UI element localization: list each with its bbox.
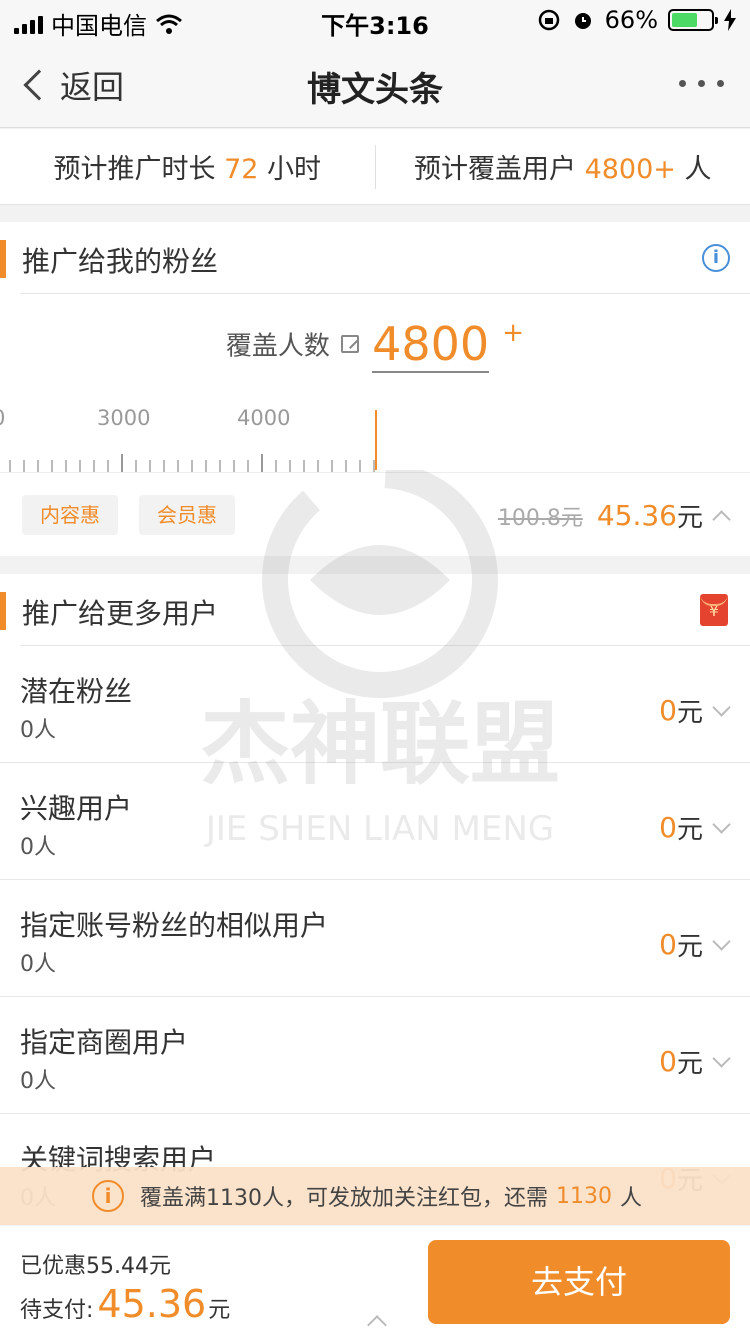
- fans-section-header: 推广给我的粉丝 i: [0, 222, 750, 294]
- red-packet-icon[interactable]: ¥: [700, 594, 728, 626]
- chevron-down-icon[interactable]: [712, 932, 731, 951]
- fans-price: 100.8元 45.36 元: [497, 497, 731, 534]
- battery-level: [672, 13, 698, 27]
- more-users-section: 推广给更多用户 ¥ 潜在粉丝 0人 0 元 兴趣用户 0人 0 元 指定账号粉丝…: [0, 574, 750, 1231]
- battery-percent: 66%: [604, 6, 658, 34]
- more-icon[interactable]: [679, 80, 724, 87]
- coverage-slider[interactable]: 0 3000 4000: [0, 402, 750, 472]
- bottom-bar: 已优惠55.44元 待支付: 45.36 元 去支付: [0, 1226, 750, 1334]
- row-count: 0人: [20, 835, 56, 860]
- row-count: 0人: [20, 718, 56, 743]
- row-amount: 0 元: [659, 809, 731, 846]
- pending-payment: 待支付: 45.36 元: [20, 1282, 231, 1326]
- more-section-header: 推广给更多用户 ¥: [0, 574, 750, 646]
- row-name: 潜在粉丝: [20, 675, 133, 708]
- chevron-down-icon[interactable]: [712, 815, 731, 834]
- row-amount: 0 元: [659, 692, 731, 729]
- pay-button[interactable]: 去支付: [428, 1240, 730, 1324]
- notice-value: 1130: [556, 1183, 612, 1209]
- alarm-icon: [574, 13, 591, 29]
- coverage-label: 覆盖人数: [225, 331, 330, 362]
- edit-icon[interactable]: [341, 335, 360, 353]
- row-amount: 0 元: [659, 926, 731, 963]
- estimate-coverage: 预计覆盖用户 4800+ 人: [413, 154, 712, 185]
- price-unit: 元: [676, 503, 703, 533]
- slider-pointer[interactable]: [375, 410, 377, 470]
- row-name: 指定账号粉丝的相似用户: [20, 909, 329, 942]
- more-section-title: 推广给更多用户: [22, 597, 219, 630]
- chevron-down-icon[interactable]: [712, 698, 731, 717]
- coverage-count[interactable]: 覆盖人数 4800 +: [0, 317, 750, 373]
- section-accent-bar: [0, 240, 6, 278]
- discount-row[interactable]: 内容惠 会员惠 100.8元 45.36 元: [0, 472, 750, 556]
- status-bar: 中国电信 下午3:16 66%: [0, 0, 750, 40]
- row-name: 指定商圈用户: [20, 1026, 189, 1059]
- chevron-up-icon[interactable]: [712, 510, 731, 529]
- coverage-value[interactable]: 4800: [372, 317, 490, 373]
- fans-section-title: 推广给我的粉丝: [22, 245, 219, 278]
- ruler-label-4000: 4000: [237, 406, 291, 430]
- row-name: 兴趣用户: [20, 792, 133, 825]
- list-item[interactable]: 潜在粉丝 0人 0 元: [0, 646, 750, 763]
- ruler-label-3000: 3000: [97, 406, 151, 430]
- info-icon[interactable]: i: [702, 244, 730, 272]
- fans-section: 推广给我的粉丝 i 覆盖人数 4800 + 0 3000 4000 内容惠 会员…: [0, 222, 750, 556]
- pending-amount: 45.36: [97, 1282, 207, 1326]
- chevron-down-icon[interactable]: [712, 1049, 731, 1068]
- page-title: 博文头条: [307, 70, 443, 110]
- list-item[interactable]: 指定账号粉丝的相似用户 0人 0 元: [0, 880, 750, 997]
- row-count: 0人: [20, 952, 56, 977]
- charging-icon: [724, 9, 736, 31]
- old-price: 100.8元: [497, 505, 583, 531]
- list-item[interactable]: 指定商圈用户 0人 0 元: [0, 997, 750, 1114]
- notice-bar: i 覆盖满1130人，可发放加关注红包，还需 1130 人: [0, 1167, 750, 1225]
- notice-text: 覆盖满1130人，可发放加关注红包，还需: [140, 1186, 548, 1211]
- tag-member-discount: 会员惠: [139, 495, 235, 535]
- estimate-duration: 预计推广时长 72 小时: [53, 154, 322, 185]
- notice-info-icon: i: [92, 1180, 124, 1212]
- battery-icon: [668, 9, 718, 31]
- list-item[interactable]: 兴趣用户 0人 0 元: [0, 763, 750, 880]
- section-accent-bar: [0, 592, 6, 630]
- row-amount: 0 元: [659, 1043, 731, 1080]
- coverage-plus: +: [502, 318, 525, 348]
- ruler-label-0: 0: [0, 406, 5, 430]
- new-price: 45.36: [596, 499, 677, 532]
- status-right: 66%: [537, 6, 736, 34]
- tag-content-discount: 内容惠: [22, 495, 118, 535]
- estimate-row: 预计推广时长 72 小时 预计覆盖用户 4800+ 人: [0, 129, 750, 205]
- discounted-amount: 已优惠55.44元: [20, 1254, 171, 1279]
- nav-bar: 返回 博文头条: [0, 40, 750, 128]
- notice-unit: 人: [620, 1186, 643, 1211]
- chevron-up-icon[interactable]: [367, 1315, 387, 1334]
- rotation-lock-icon: [538, 9, 559, 31]
- row-count: 0人: [20, 1069, 56, 1094]
